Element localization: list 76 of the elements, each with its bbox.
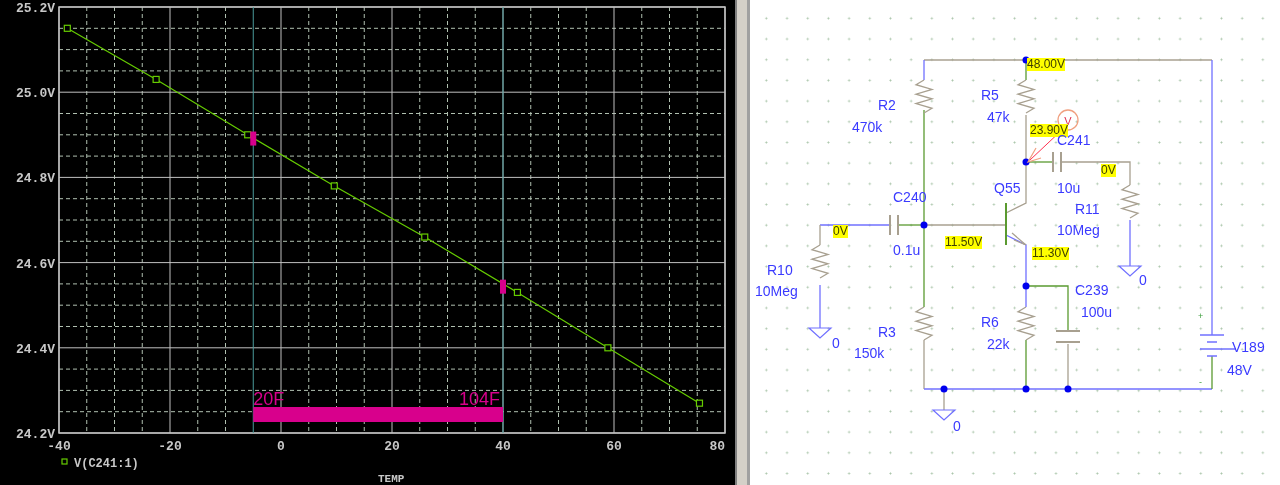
data-marker — [421, 233, 429, 241]
part-value: 150k — [854, 345, 885, 361]
part-value: 470k — [852, 119, 883, 135]
resistor-symbol — [913, 79, 935, 114]
legend-label: V(C241:1) — [74, 457, 139, 471]
ground-label: 0 — [832, 335, 840, 351]
x-tick-label: 0 — [277, 439, 285, 454]
junction-dot — [1022, 385, 1030, 393]
data-marker — [695, 399, 704, 407]
legend-marker — [61, 458, 68, 465]
y-tick-label: 24.2V — [16, 427, 55, 442]
ground-symbol — [931, 409, 957, 421]
part-value: 22k — [987, 336, 1010, 352]
transistor-symbol — [1005, 202, 1027, 246]
part-name: R2 — [878, 97, 896, 113]
junction-dot — [920, 221, 928, 229]
resistor-symbol — [1015, 306, 1037, 341]
x-tick-label: -40 — [47, 439, 71, 454]
ground-label: 0 — [1139, 272, 1147, 288]
capacitor-symbol — [889, 214, 899, 236]
y-tick-label: 24.6V — [16, 256, 55, 272]
ground-symbol — [1117, 265, 1143, 277]
voltage-label: 11.50V — [945, 236, 983, 249]
part-name: C239 — [1075, 282, 1109, 298]
y-tick-label: 24.4V — [16, 341, 55, 357]
part-value: 47k — [987, 109, 1010, 125]
resistor-symbol — [1119, 184, 1141, 219]
y-tick-label: 25.2V — [16, 1, 55, 16]
x-tick-label: 60 — [606, 439, 622, 454]
part-value: 0.1u — [893, 242, 921, 258]
x-tick-label: 80 — [709, 439, 725, 454]
polarity-sign: + — [1198, 311, 1204, 321]
junction-dot — [1064, 385, 1072, 393]
voltage-label: 0V — [1101, 164, 1116, 177]
resistor-symbol — [913, 306, 935, 341]
capacitor-symbol — [1052, 151, 1062, 173]
data-marker — [330, 182, 338, 190]
data-marker — [513, 288, 522, 297]
ground-label: 0 — [953, 418, 961, 434]
resistor-symbol — [1015, 79, 1037, 114]
resistor-symbol — [809, 244, 831, 279]
part-value: 10Meg — [755, 283, 798, 299]
data-marker — [63, 24, 71, 32]
part-value: 100u — [1081, 304, 1113, 320]
voltage-label: 0V — [833, 225, 848, 238]
y-tick-label: 24.8V — [16, 171, 55, 187]
x-tick-label: -20 — [158, 439, 182, 454]
x-tick-label: 20 — [384, 439, 400, 454]
cursor-label: 104F — [458, 389, 500, 409]
axis-title: TEMP — [378, 473, 405, 485]
part-name: R6 — [981, 314, 999, 330]
part-value: 48V — [1227, 362, 1252, 378]
wire — [1129, 219, 1131, 267]
junction-dot — [940, 385, 948, 393]
part-name: Q55 — [994, 180, 1021, 196]
voltage-label: 48.00V — [1027, 58, 1066, 71]
x-tick-label: 40 — [495, 439, 511, 454]
cursor-label: 20F — [253, 389, 285, 409]
part-name: V189 — [1232, 339, 1265, 355]
part-value: 10u — [1057, 180, 1081, 196]
capacitor-symbol — [1055, 330, 1081, 343]
part-name: R10 — [767, 262, 793, 278]
ground-symbol — [807, 327, 833, 339]
data-marker — [604, 344, 612, 352]
polarity-sign: - — [1199, 377, 1202, 387]
y-tick-label: 25.0V — [16, 86, 55, 102]
junction-dot — [1022, 282, 1030, 290]
part-name: R5 — [981, 87, 999, 103]
wire — [819, 284, 821, 329]
splitter[interactable] — [735, 0, 750, 485]
part-name: R11 — [1075, 201, 1100, 217]
part-value: 10Meg — [1057, 222, 1100, 238]
junction-dot — [1022, 158, 1030, 166]
voltage-label: 11.30V — [1032, 247, 1070, 260]
part-name: R3 — [878, 324, 896, 340]
data-marker — [152, 75, 160, 83]
